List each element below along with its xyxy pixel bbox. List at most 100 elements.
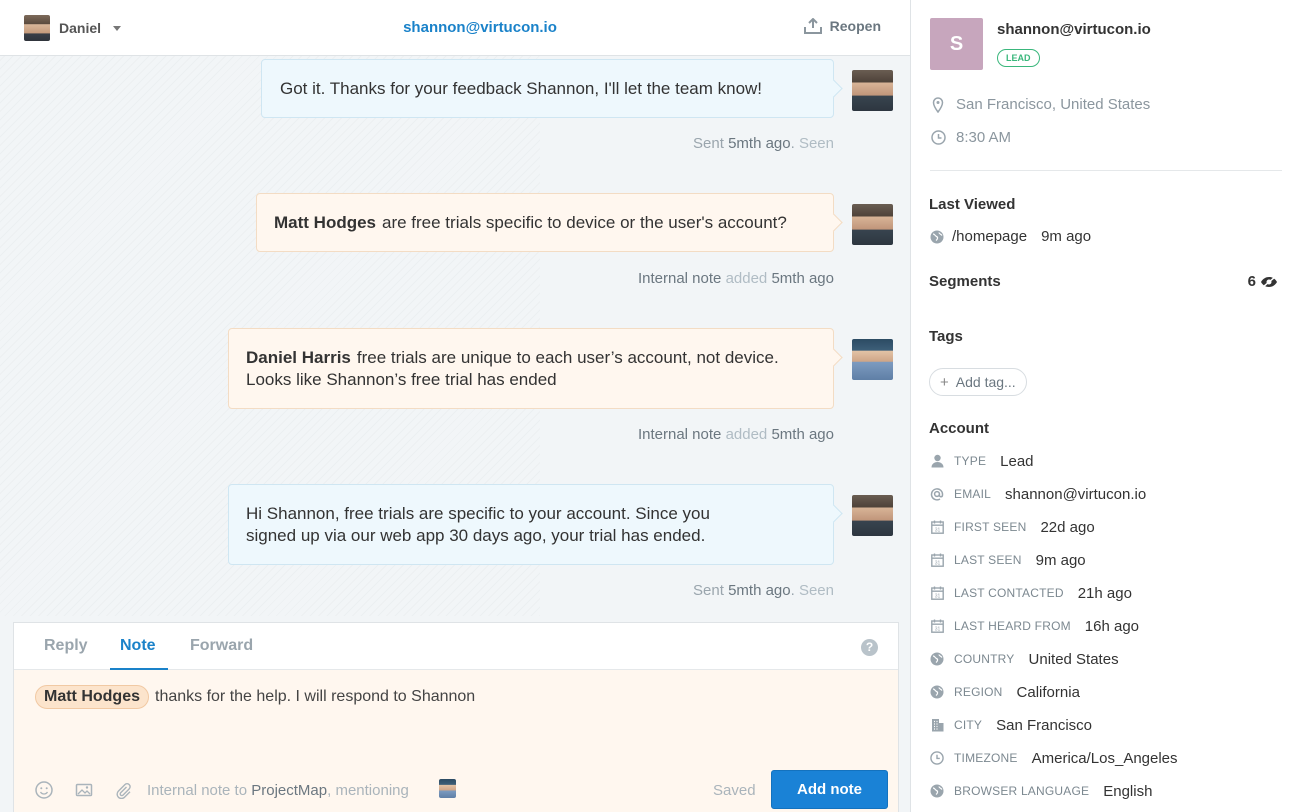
divider xyxy=(930,170,1282,171)
note-editor[interactable]: Matt Hodges thanks for the help. I will … xyxy=(14,670,898,812)
meta-prefix: Sent xyxy=(693,582,724,599)
note-mention[interactable]: Daniel Harris xyxy=(246,348,351,367)
add-note-button[interactable]: Add note xyxy=(771,770,888,809)
avatar xyxy=(852,339,893,380)
mentioned-avatar xyxy=(439,779,456,798)
globe-icon xyxy=(930,652,944,666)
attribute-key: BROWSER LANGUAGE xyxy=(954,784,1090,798)
note-mention[interactable]: Matt Hodges xyxy=(274,213,376,232)
attribute-row-city: CITY San Francisco xyxy=(930,715,1092,735)
emoji-icon[interactable] xyxy=(35,781,53,799)
avatar xyxy=(852,70,893,111)
attribute-value: California xyxy=(1016,683,1080,701)
attribute-value: Lead xyxy=(1000,452,1034,470)
user-location: San Francisco, United States xyxy=(930,96,1150,113)
meta-time: 5mth ago xyxy=(771,270,834,287)
clock-icon xyxy=(930,751,944,765)
segments-count: 6 xyxy=(1247,273,1256,290)
calendar-icon: 31 xyxy=(930,586,944,600)
note-bubble: Daniel Harris free trials are unique to e… xyxy=(228,328,834,409)
conversation-email[interactable]: shannon@virtucon.io xyxy=(0,19,910,36)
clock-icon xyxy=(930,130,946,146)
composer: Reply Note Forward ? Matt Hodges thanks … xyxy=(13,622,899,812)
message-text: Hi Shannon, free trials are specific to … xyxy=(246,504,710,545)
attribute-value: 16h ago xyxy=(1084,617,1140,635)
local-time-text: 8:30 AM xyxy=(956,129,1012,146)
attribute-key: EMAIL xyxy=(954,487,992,501)
tab-reply[interactable]: Reply xyxy=(44,637,88,655)
message-bubble: Hi Shannon, free trials are specific to … xyxy=(228,484,834,565)
attachment-icon[interactable] xyxy=(114,781,132,800)
attribute-key: REGION xyxy=(954,685,1003,699)
message-meta: Sent 5mth ago. Seen xyxy=(693,582,834,599)
attribute-row-last-heard-from: 31 LAST HEARD FROM 16h ago xyxy=(930,616,1139,636)
meta-time: 5mth ago xyxy=(728,582,791,599)
segments-title: Segments xyxy=(929,273,1001,290)
meta-prefix: Sent xyxy=(693,135,724,152)
attribute-row-email: EMAIL shannon@virtucon.io xyxy=(930,484,1146,504)
attribute-row-last-contacted: 31 LAST CONTACTED 21h ago xyxy=(930,583,1132,603)
attribute-key: COUNTRY xyxy=(954,652,1015,666)
user-local-time: 8:30 AM xyxy=(930,129,1011,146)
help-icon[interactable]: ? xyxy=(861,639,878,656)
attribute-key: LAST CONTACTED xyxy=(954,586,1064,600)
attribute-row-country: COUNTRY United States xyxy=(930,649,1119,669)
last-viewed-row: /homepage 9m ago xyxy=(930,228,1091,245)
meta-time: 5mth ago xyxy=(728,135,791,152)
tab-forward[interactable]: Forward xyxy=(190,637,253,655)
meta-prefix: Internal note xyxy=(637,270,722,287)
calendar-icon: 31 xyxy=(930,553,944,567)
segments-toggle[interactable]: 6 xyxy=(1248,273,1278,290)
building-icon xyxy=(930,718,944,732)
image-icon[interactable] xyxy=(75,781,93,799)
message-meta: Sent 5mth ago. Seen xyxy=(693,135,834,152)
mention-pill[interactable]: Matt Hodges xyxy=(35,685,149,709)
attribute-value: San Francisco xyxy=(996,716,1093,734)
globe-icon xyxy=(930,230,944,244)
last-viewed-page[interactable]: /homepage xyxy=(952,228,1027,245)
user-icon xyxy=(930,454,944,468)
tab-note[interactable]: Note xyxy=(120,637,156,655)
note-meta: Internal note added 5mth ago xyxy=(638,270,834,287)
meta-time: 5mth ago xyxy=(771,426,834,443)
footer-app-name: ProjectMap xyxy=(251,782,328,799)
composer-tabs: Reply Note Forward ? xyxy=(14,623,898,670)
globe-icon xyxy=(930,784,944,798)
avatar xyxy=(852,495,893,536)
status-badge: LEAD xyxy=(997,49,1040,67)
meta-seen: Seen xyxy=(798,135,834,152)
attribute-key: TIMEZONE xyxy=(954,751,1018,765)
note-text: are free trials specific to device or th… xyxy=(382,213,787,232)
meta-added: added xyxy=(725,426,768,443)
attribute-value: English xyxy=(1103,782,1153,800)
reopen-label: Reopen xyxy=(829,18,881,34)
svg-text:31: 31 xyxy=(934,627,940,633)
reopen-icon xyxy=(803,18,822,34)
last-viewed-title: Last Viewed xyxy=(929,196,1016,213)
attribute-key: FIRST SEEN xyxy=(954,520,1027,534)
avatar xyxy=(852,204,893,245)
reopen-button[interactable]: Reopen xyxy=(803,18,881,34)
attribute-row-timezone: TIMEZONE America/Los_Angeles xyxy=(930,748,1178,768)
meta-prefix: Internal note xyxy=(637,426,722,443)
attribute-value: 9m ago xyxy=(1035,551,1086,569)
user-email: shannon@virtucon.io xyxy=(997,21,1151,38)
note-meta: Internal note added 5mth ago xyxy=(638,426,834,443)
attribute-value: United States xyxy=(1028,650,1119,668)
attribute-value: shannon@virtucon.io xyxy=(1005,485,1147,503)
attribute-row-browser-language: BROWSER LANGUAGE English xyxy=(930,781,1152,801)
saved-status: Saved xyxy=(713,782,756,799)
globe-icon xyxy=(930,685,944,699)
add-tag-button[interactable]: + Add tag... xyxy=(929,368,1027,396)
attribute-key: LAST HEARD FROM xyxy=(954,619,1071,633)
location-pin-icon xyxy=(930,96,946,113)
note-input-text: thanks for the help. I will respond to S… xyxy=(155,688,476,705)
footer-prefix: Internal note to xyxy=(147,782,248,799)
svg-text:31: 31 xyxy=(934,528,940,534)
meta-added: added xyxy=(725,270,768,287)
svg-text:31: 31 xyxy=(934,561,940,567)
user-profile-pane: S shannon@virtucon.io LEAD San Francisco… xyxy=(912,0,1300,812)
add-tag-label: Add tag... xyxy=(955,374,1016,390)
attribute-row-region: REGION California xyxy=(930,682,1080,702)
attribute-row-last-seen: 31 LAST SEEN 9m ago xyxy=(930,550,1086,570)
